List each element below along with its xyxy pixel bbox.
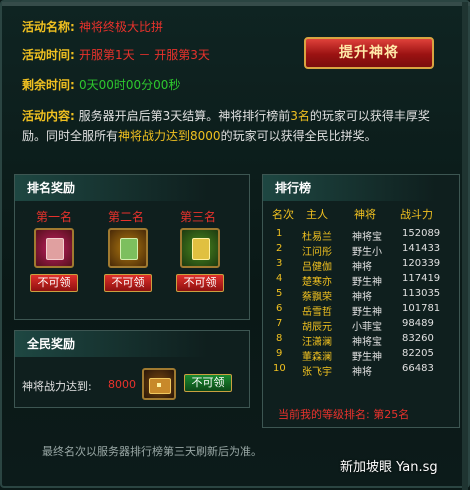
event-name-row: 活动名称: 神将终极大比拼 (22, 18, 163, 35)
content-threshold: 8000 (190, 129, 221, 143)
table-row: 8 汪潇澜 神将宝 83260 (266, 333, 456, 348)
table-row: 10 张飞宇 神将 66483 (266, 363, 456, 378)
content-text-4: 的玩家可以获得全民比拼奖。 (220, 129, 377, 143)
table-row: 1 杜易兰 神将宝 152089 (266, 228, 456, 243)
row-owner: 张飞宇 (302, 367, 332, 378)
second-place-label: 第二名 (107, 210, 144, 224)
third-place-reward-icon[interactable] (180, 228, 220, 268)
table-row: 6 岳雪哲 野生神 101781 (266, 303, 456, 318)
event-time-row: 活动时间: 开服第1天 － 开服第3天 (22, 46, 210, 63)
claim-second-button[interactable]: 不可领 (104, 274, 152, 292)
row-rank: 4 (276, 273, 283, 284)
my-rank-text: 当前我的等级排名: 第25名 (278, 408, 410, 421)
row-rank: 9 (276, 348, 283, 359)
row-general: 神将 (352, 262, 372, 273)
row-rank: 8 (276, 333, 283, 344)
row-power: 152089 (402, 228, 441, 239)
row-power: 82205 (402, 348, 434, 359)
all-rewards-threshold: 8000 (108, 378, 136, 391)
row-general: 神将宝 (352, 337, 382, 348)
row-rank: 7 (276, 318, 283, 329)
row-owner: 吕健伽 (302, 262, 332, 273)
claim-third-button[interactable]: 不可领 (176, 274, 224, 292)
remaining-time-value: 0天00时00分00秒 (79, 78, 181, 92)
row-rank: 5 (276, 288, 283, 299)
claim-first-button[interactable]: 不可领 (30, 274, 78, 292)
header-owner: 主人 (306, 208, 328, 221)
header-power: 战斗力 (400, 208, 433, 221)
leaderboard-title: 排行榜 (263, 175, 435, 201)
footer-note: 最终名次以服务器排行榜第三天刷新后为准。 (42, 445, 262, 458)
row-general: 野生神 (352, 307, 382, 318)
table-row: 3 吕健伽 神将 120339 (266, 258, 456, 273)
claim-all-reward-button[interactable]: 不可领 (184, 374, 232, 392)
row-power: 83260 (402, 333, 434, 344)
row-rank: 2 (276, 243, 283, 254)
event-content-label: 活动内容: (22, 109, 75, 123)
table-row: 2 江问彤 野生小 141433 (266, 243, 456, 258)
event-time-label: 活动时间: (22, 48, 75, 62)
row-owner: 董森澜 (302, 352, 332, 363)
row-power: 66483 (402, 363, 434, 374)
third-place-label: 第三名 (179, 210, 216, 224)
row-power: 101781 (402, 303, 441, 314)
row-rank: 3 (276, 258, 283, 269)
row-power: 98489 (402, 318, 434, 329)
event-time-value: 开服第1天 － 开服第3天 (79, 48, 210, 62)
row-power: 117419 (402, 273, 441, 284)
window-top-border (2, 2, 470, 6)
row-owner: 楚寒亦 (302, 277, 332, 288)
row-owner: 杜易兰 (302, 232, 332, 243)
content-top-count: 3名 (290, 109, 310, 123)
row-rank: 6 (276, 303, 283, 314)
table-row: 9 董森澜 野生神 82205 (266, 348, 456, 363)
row-owner: 江问彤 (302, 247, 332, 258)
row-general: 小菲宝 (352, 322, 382, 333)
content-text-1: 服务器开启后第3天结算。神将排行榜前 (78, 109, 291, 123)
event-description: 活动内容: 服务器开启后第3天结算。神将排行榜前3名的玩家可以获得丰厚奖励。同时… (22, 106, 452, 146)
table-row: 4 楚寒亦 野生神 117419 (266, 273, 456, 288)
header-rank: 名次 (272, 208, 294, 221)
rank-rewards-title: 排名奖励 (15, 175, 207, 201)
row-rank: 1 (276, 228, 283, 239)
remaining-time-label: 剩余时间: (22, 78, 75, 92)
row-general: 神将 (352, 367, 372, 378)
event-name-label: 活动名称: (22, 20, 75, 34)
row-general: 野生神 (352, 277, 382, 288)
row-general: 野生神 (352, 352, 382, 363)
remaining-time-row: 剩余时间: 0天00时00分00秒 (22, 76, 180, 93)
row-owner: 胡辰元 (302, 322, 332, 333)
row-general: 神将宝 (352, 232, 382, 243)
all-rewards-title: 全民奖励 (15, 331, 207, 357)
event-name-value: 神将终极大比拼 (79, 20, 164, 34)
treasure-chest-icon[interactable] (142, 368, 176, 400)
table-row: 5 蔡飘荣 神将 113035 (266, 288, 456, 303)
row-power: 141433 (402, 243, 441, 254)
first-place-reward-icon[interactable] (34, 228, 74, 268)
window-right-edge (462, 2, 468, 490)
row-general: 神将 (352, 292, 372, 303)
row-owner: 蔡飘荣 (302, 292, 332, 303)
row-general: 野生小 (352, 247, 382, 258)
all-rewards-label: 神将战力达到: (22, 380, 92, 393)
table-row: 7 胡辰元 小菲宝 98489 (266, 318, 456, 333)
header-general: 神将 (354, 208, 376, 221)
row-owner: 汪潇澜 (302, 337, 332, 348)
second-place-reward-icon[interactable] (108, 228, 148, 268)
watermark: 新加坡眼 Yan.sg (340, 460, 438, 475)
row-power: 113035 (402, 288, 441, 299)
upgrade-general-button[interactable]: 提升神将 (304, 37, 434, 69)
content-text-3: 神将战力达到 (118, 129, 191, 143)
all-rewards-panel: 全民奖励 (14, 330, 250, 408)
row-power: 120339 (402, 258, 441, 269)
row-owner: 岳雪哲 (302, 307, 332, 318)
first-place-label: 第一名 (35, 210, 72, 224)
event-window: 活动名称: 神将终极大比拼 活动时间: 开服第1天 － 开服第3天 剩余时间: … (0, 0, 470, 490)
row-rank: 10 (273, 363, 286, 374)
